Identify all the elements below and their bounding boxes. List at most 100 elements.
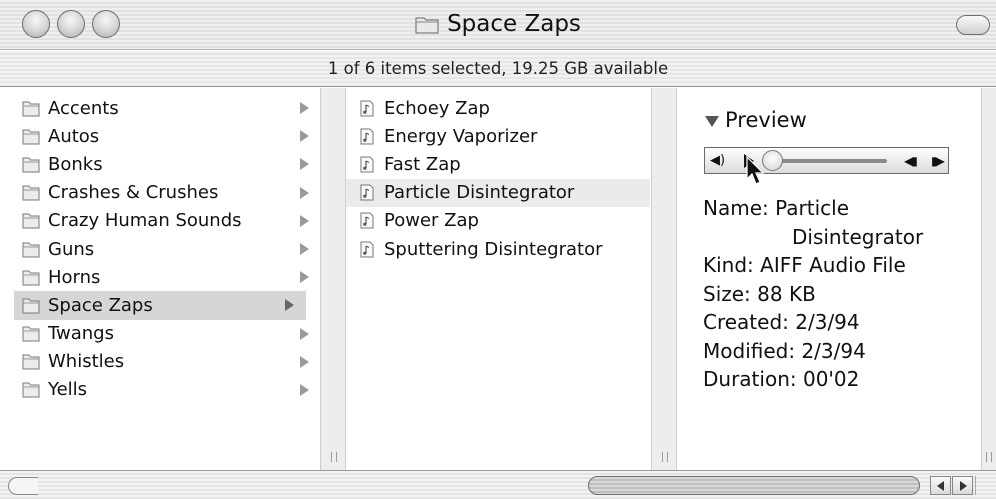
folder-name: Twangs (48, 323, 114, 345)
folder-row[interactable]: Space Zaps (14, 291, 306, 320)
folder-row[interactable]: Twangs (14, 320, 321, 348)
folder-row[interactable]: Autos (14, 122, 321, 150)
folder-icon (22, 326, 40, 342)
folder-name: Space Zaps (48, 294, 153, 316)
audio-file-icon (360, 156, 374, 173)
audio-file-icon (360, 184, 374, 201)
folder-row[interactable]: Accents (14, 94, 321, 122)
column-folders: Accents Autos Bonks Crashes & Crushes Crazy … (14, 88, 321, 470)
name-value: Particle (775, 196, 850, 220)
file-name: Fast Zap (384, 153, 461, 175)
duration-value: 00'02 (802, 367, 860, 391)
disclosure-arrow-icon (300, 158, 309, 171)
column-resize-handle[interactable] (981, 88, 996, 470)
resize-corner[interactable] (975, 476, 996, 495)
disclosure-arrow-icon (300, 383, 309, 396)
folder-name: Whistles (48, 351, 125, 373)
folder-row[interactable]: Crazy Human Sounds (14, 207, 321, 235)
disclosure-arrow-icon (285, 299, 294, 312)
disclosure-arrow-icon (300, 130, 309, 143)
duration-label: Duration: (703, 367, 797, 391)
folder-icon (22, 213, 40, 229)
disclosure-arrow-icon (300, 327, 309, 340)
folder-row[interactable]: Crashes & Crushes (14, 179, 321, 207)
created-value: 2/3/94 (795, 310, 860, 334)
audio-file-icon (360, 241, 374, 258)
disclosure-arrow-icon (300, 242, 309, 255)
size-label: Size: (703, 281, 751, 306)
audio-file-icon (360, 100, 374, 117)
disclosure-arrow-icon (300, 271, 309, 284)
folder-name: Accents (48, 97, 119, 119)
scroll-thumb[interactable] (588, 476, 920, 495)
file-row[interactable]: Energy Vaporizer (346, 122, 651, 150)
folder-name: Guns (48, 238, 95, 260)
folder-row[interactable]: Whistles (14, 348, 321, 376)
folder-icon (22, 157, 40, 173)
file-name: Energy Vaporizer (384, 125, 538, 147)
file-row[interactable]: Echoey Zap (346, 94, 651, 122)
file-name: Sputtering Disintegrator (384, 238, 603, 260)
name-label: Name: (703, 196, 769, 220)
disclosure-arrow-icon (300, 102, 309, 114)
file-name: Power Zap (384, 210, 479, 232)
folder-name: Crazy Human Sounds (48, 210, 242, 232)
horizontal-scrollbar[interactable] (0, 470, 996, 499)
step-forward-button[interactable]: ▮▶ (931, 154, 945, 169)
disclosure-arrow-icon (300, 186, 309, 199)
file-name: Particle Disintegrator (384, 182, 575, 204)
column-files: Echoey Zap Energy Vaporizer Fast Zap Partic… (346, 88, 651, 470)
scroll-right-button[interactable] (952, 476, 973, 495)
folder-icon (22, 242, 40, 258)
column-resize-handle[interactable] (651, 88, 677, 470)
folder-row[interactable]: Yells (14, 376, 321, 404)
file-row[interactable]: Power Zap (346, 207, 651, 235)
preview-column: Preview ◀) ◀▮ ▮▶ Name: Particle Disinteg… (677, 88, 982, 470)
file-name: Echoey Zap (384, 97, 490, 119)
folder-icon (22, 101, 40, 117)
folder-row[interactable]: Horns (14, 263, 321, 291)
disclosure-triangle-icon (705, 115, 719, 127)
folder-icon (22, 129, 40, 145)
playback-slider-knob[interactable] (762, 150, 783, 171)
preview-heading: Preview (725, 108, 807, 132)
mouse-pointer-icon (746, 156, 765, 185)
audio-player: ◀) ◀▮ ▮▶ (704, 147, 949, 185)
file-info: Name: Particle Disintegrator Kind: AIFF … (703, 194, 923, 394)
folder-icon (22, 270, 40, 286)
step-back-button[interactable]: ◀▮ (904, 154, 918, 169)
column-resize-handle[interactable] (320, 88, 346, 470)
folder-row[interactable]: Bonks (14, 150, 321, 178)
preview-disclosure[interactable]: Preview (705, 108, 807, 132)
folder-icon (415, 17, 439, 33)
toolbar-toggle-button[interactable] (956, 15, 990, 35)
folder-icon (22, 354, 40, 370)
title-bar[interactable]: Space Zaps (0, 0, 996, 50)
modified-value: 2/3/94 (801, 338, 866, 363)
name-value-continued: Disintegrator (792, 224, 924, 249)
file-row[interactable]: Particle Disintegrator (346, 178, 650, 207)
file-row[interactable]: Fast Zap (346, 150, 651, 178)
size-value: 88 KB (757, 281, 816, 306)
folder-row[interactable]: Guns (14, 235, 321, 263)
arrow-right-icon (960, 481, 967, 491)
scroll-left-button[interactable] (930, 476, 951, 495)
folder-name: Yells (48, 379, 88, 401)
modified-label: Modified: (703, 338, 796, 363)
kind-value: AIFF Audio File (760, 253, 906, 277)
folder-icon (22, 185, 40, 201)
folder-name: Autos (48, 125, 100, 147)
file-row[interactable]: Sputtering Disintegrator (346, 235, 651, 263)
window-title: Space Zaps (447, 11, 581, 37)
audio-file-icon (360, 212, 374, 229)
folder-name: Bonks (48, 153, 103, 175)
audio-file-icon (360, 128, 374, 145)
folder-icon (22, 382, 40, 398)
playback-track[interactable] (769, 159, 887, 163)
disclosure-arrow-icon (300, 214, 309, 227)
volume-icon[interactable]: ◀) (710, 153, 725, 168)
arrow-left-icon (937, 481, 944, 491)
scroll-track-start[interactable] (8, 477, 38, 495)
disclosure-arrow-icon (300, 355, 309, 368)
kind-label: Kind: (703, 253, 754, 277)
